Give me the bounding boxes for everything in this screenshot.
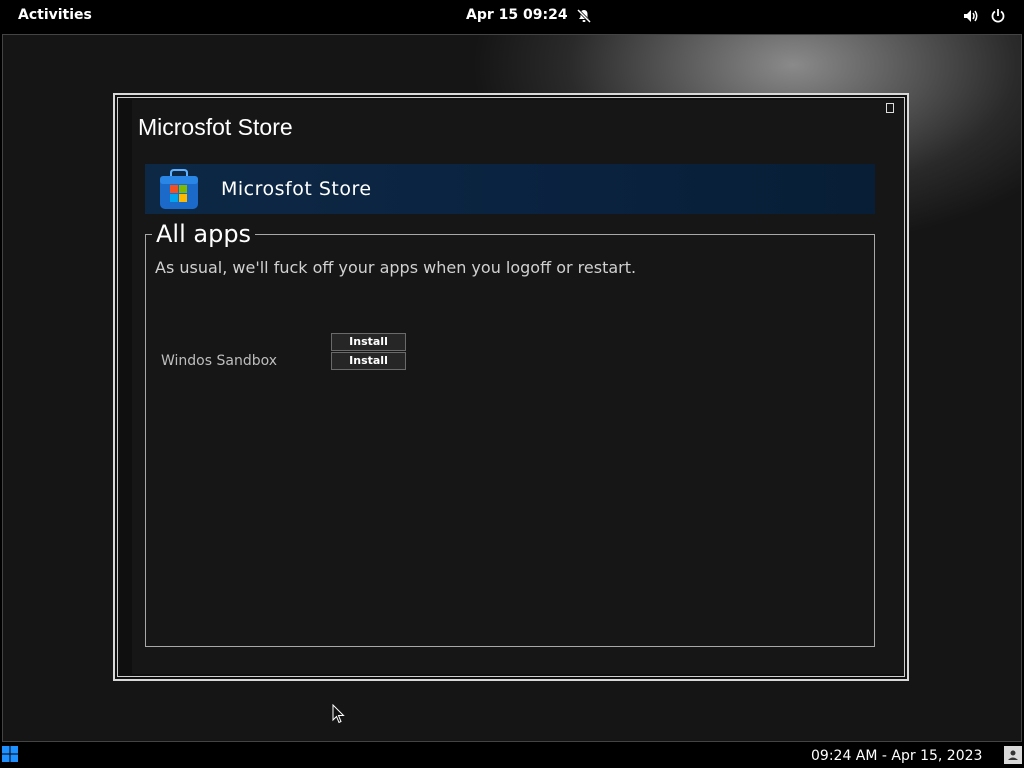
start-windows-icon[interactable] [2,746,18,766]
all-apps-group [145,234,875,647]
mouse-cursor-icon [332,703,346,728]
header-title: Microsfot Store [221,178,372,200]
activities-button[interactable]: Activities [18,7,92,23]
power-icon[interactable] [990,8,1006,28]
app-name: Windos Sandbox [161,353,278,369]
bell-muted-icon[interactable] [576,8,592,28]
install-button[interactable]: Install [331,352,406,370]
taskbar-clock[interactable]: 09:24 AM - Apr 15, 2023 [811,748,982,764]
close-icon[interactable] [886,103,894,113]
top-bar: Activities Apr 15 09:24 [0,0,1024,32]
install-button[interactable]: Install [331,333,406,351]
group-label: All apps [152,220,256,248]
top-clock[interactable]: Apr 15 09:24 [466,7,568,23]
window-title: Microsfot Store [138,114,293,140]
group-description: As usual, we'll fuck off your apps when … [155,258,637,277]
store-bag-icon [158,168,200,210]
volume-icon[interactable] [962,8,980,28]
notification-icon[interactable] [1004,746,1022,764]
